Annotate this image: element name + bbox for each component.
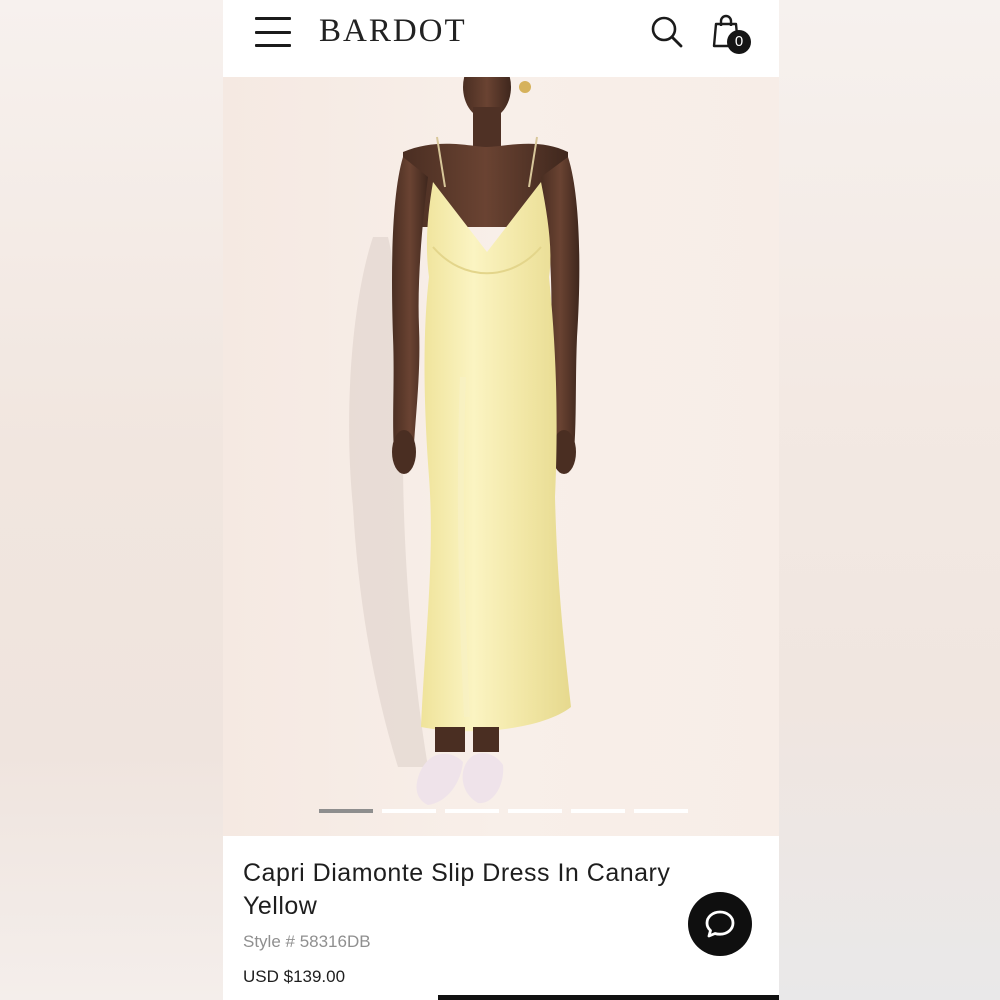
gallery-dot-2[interactable] [382, 809, 436, 813]
gallery-dot-4[interactable] [508, 809, 562, 813]
chat-bubble-icon [705, 910, 735, 938]
gallery-pagination [319, 809, 688, 813]
product-title: Capri Diamonte Slip Dress In Canary Yell… [243, 859, 671, 920]
background-blur-right [779, 0, 1000, 1000]
home-indicator-bar [438, 995, 779, 1000]
gallery-dot-5[interactable] [571, 809, 625, 813]
product-style-number: Style # 58316DB [243, 932, 371, 951]
brand-logo[interactable]: BARDOT [319, 13, 467, 50]
top-navigation-bar: BARDOT 0 [223, 0, 779, 77]
gallery-dot-6[interactable] [634, 809, 688, 813]
product-image[interactable] [223, 77, 779, 836]
shopping-bag-button[interactable]: 0 [711, 12, 753, 58]
product-price: USD $139.00 [243, 967, 346, 986]
product-info: Capri Diamonte Slip Dress In Canary Yell… [223, 836, 779, 1000]
chat-button[interactable] [688, 892, 752, 956]
gallery-dot-3[interactable] [445, 809, 499, 813]
search-icon[interactable] [649, 14, 685, 50]
gallery-dot-1[interactable] [319, 809, 373, 813]
hamburger-menu-icon[interactable] [255, 17, 291, 47]
background-blur-left [0, 0, 223, 1000]
mobile-page: BARDOT 0 Capri Diamonte Slip Dress In Ca… [223, 0, 779, 1000]
bag-count-badge: 0 [727, 30, 751, 54]
